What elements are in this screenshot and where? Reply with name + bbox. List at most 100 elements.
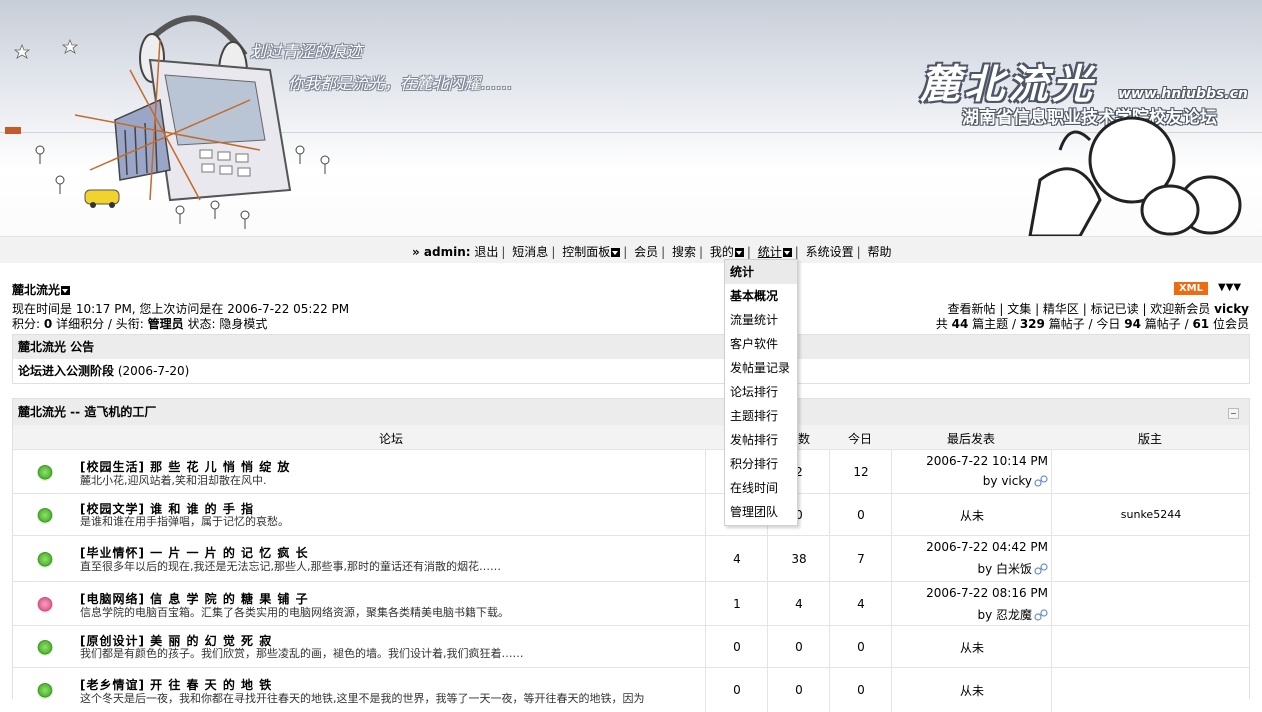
forum-status-icon [37, 640, 53, 656]
link-separator: | [1031, 302, 1043, 316]
col-today: 今日 [847, 432, 872, 446]
last-post-date[interactable]: 2006-7-22 10:14 PM [926, 454, 1048, 468]
forum-description: 我们都是有颜色的孩子。我们欣赏，那些凌乱的画，褪色的墙。我们设计着,我们疯狂着…… [80, 647, 524, 660]
stats-prefix: 共 [935, 317, 948, 331]
collapse-icon[interactable] [1228, 408, 1239, 419]
forum-icon-cell [13, 536, 77, 582]
score-label: 积分: [12, 317, 41, 331]
dropdown-arrow-icon[interactable] [782, 248, 792, 257]
anthology-link[interactable]: 文集 [1007, 302, 1031, 316]
banner-slogan-line1: 划过青涩的痕迹 [250, 42, 363, 61]
col-moderator: 版主 [1137, 432, 1162, 446]
nav-settings-link[interactable]: 系统设置 [806, 245, 854, 259]
last-post-author: by 白米饭 [977, 560, 1048, 577]
forum-topics-count: 1 [705, 582, 768, 626]
link-separator: | [1138, 302, 1151, 316]
dd-topic-rank[interactable]: 主题排行 [725, 404, 797, 428]
forum-posts-count: 0 [767, 626, 830, 668]
new-posts-link[interactable]: 查看新帖 [948, 302, 996, 316]
nav-help-link[interactable]: 帮助 [868, 245, 892, 259]
banner-slogan-line2: 你我都是流光，在麓北闪耀…… [288, 74, 513, 93]
forum-description: 是谁和谁在用手指弹唱，属于记忆的哀愁。 [80, 515, 289, 528]
dd-online-time[interactable]: 在线时间 [725, 476, 797, 500]
nav-stats-link[interactable]: 统计 [758, 245, 782, 259]
mark-read-link[interactable]: 标记已读 [1091, 302, 1139, 316]
link-separator: | [1078, 302, 1091, 316]
forum-row[interactable]: [原创设计] 美 丽 的 幻 觉 死 寂我们都是有颜色的孩子。我们欣赏，那些凌乱… [13, 625, 1249, 668]
stats-topics-label: 篇主题 / [972, 317, 1016, 331]
forum-info-cell: [校园生活] 那 些 花 儿 悄 悄 绽 放麓北小花,迎风站着,笑和泪却散在风中… [77, 450, 705, 494]
go-to-last-post-icon[interactable] [1034, 563, 1048, 575]
forum-moderator-cell [1051, 582, 1250, 626]
detail-score-link[interactable]: 详细积分 [56, 317, 104, 331]
forum-info-cell: [电脑网络] 信 息 学 院 的 糖 果 铺 子信息学院的电脑百宝箱。汇集了各类… [77, 582, 705, 626]
nav-logout-link[interactable]: 退出 [474, 245, 498, 259]
dropdown-arrow-icon[interactable] [611, 248, 621, 257]
go-to-last-post-icon[interactable] [1034, 609, 1048, 621]
nav-messages-link[interactable]: 短消息 [512, 245, 548, 259]
forum-name-menu[interactable]: 麓北流光 [12, 281, 71, 298]
moderator-link[interactable]: sunke5244 [1052, 508, 1250, 521]
forum-icon-cell [13, 582, 77, 626]
expand-arrows-icon[interactable]: ▼▼▼ [1218, 282, 1241, 293]
nav-separator: | [698, 245, 704, 259]
dd-credit-rank[interactable]: 积分排行 [725, 452, 797, 476]
dropdown-arrow-icon[interactable] [734, 248, 744, 257]
nav-members-link[interactable]: 会员 [634, 245, 658, 259]
nav-separator: | [856, 245, 861, 259]
forum-status-icon [37, 683, 53, 699]
forum-today-count: 4 [829, 582, 892, 626]
forum-topics-count: 0 [705, 626, 768, 668]
forum-moderator-cell [1051, 536, 1250, 582]
stats-members-label: 位会员 [1212, 317, 1249, 331]
stats-posts-count: 329 [1019, 317, 1045, 331]
last-post-author-name[interactable]: by 白米饭 [977, 562, 1032, 576]
xml-feed-badge[interactable]: XML [1174, 282, 1208, 295]
digest-link[interactable]: 精华区 [1043, 302, 1079, 316]
forum-icon-cell [13, 668, 77, 712]
forum-today-count: 0 [829, 668, 892, 712]
stats-topics-count: 44 [951, 317, 969, 331]
newest-member-link[interactable]: vicky [1214, 302, 1249, 316]
announcement-link[interactable]: 论坛进入公测阶段 [18, 364, 114, 378]
forum-row[interactable]: [毕业情怀] 一 片 一 片 的 记 忆 疯 长直至很多年以后的现在,我还是无法… [13, 535, 1249, 582]
category-header: 麓北流光 -- 造飞机的工厂 [13, 399, 1249, 425]
go-to-last-post-icon[interactable] [1034, 475, 1048, 487]
col-last-post: 最后发表 [946, 432, 995, 446]
dd-stats[interactable]: 统计 [725, 260, 797, 284]
dd-post-log[interactable]: 发帖量记录 [725, 356, 797, 380]
forum-status-icon [37, 597, 53, 613]
forum-row[interactable]: [电脑网络] 信 息 学 院 的 糖 果 铺 子信息学院的电脑百宝箱。汇集了各类… [13, 581, 1249, 626]
last-post-author-name[interactable]: by 忍龙魔 [977, 608, 1032, 622]
nav-search-link[interactable]: 搜索 [672, 245, 696, 259]
last-post-never: 从未 [959, 509, 984, 523]
dd-overview[interactable]: 基本概况 [725, 284, 797, 308]
rank-label: / 头衔: [107, 317, 144, 331]
forum-info-cell: [校园文学] 谁 和 谁 的 手 指是谁和谁在用手指弹唱，属于记忆的哀愁。 [77, 494, 705, 536]
forum-info-cell: [原创设计] 美 丽 的 幻 觉 死 寂我们都是有颜色的孩子。我们欣赏，那些凌乱… [77, 626, 705, 668]
forum-status-icon [37, 552, 53, 568]
top-nav-bar: » admin: 退出 | 短消息 | 控制面板 | 会员 | 搜索 | 我的 | 统计 | … [0, 236, 1262, 263]
dd-client[interactable]: 客户软件 [725, 332, 797, 356]
last-post-date[interactable]: 2006-7-22 04:42 PM [926, 540, 1048, 554]
category-title[interactable]: 麓北流光 -- 造飞机的工厂 [18, 405, 156, 419]
last-post-author-name[interactable]: by vicky [983, 474, 1032, 488]
dd-traffic[interactable]: 流量统计 [725, 308, 797, 332]
nav-my-link[interactable]: 我的 [710, 245, 734, 259]
nav-separator: | [746, 245, 751, 259]
nav-control-panel-link[interactable]: 控制面板 [562, 245, 610, 259]
forum-row[interactable]: [校园生活] 那 些 花 儿 悄 悄 绽 放麓北小花,迎风站着,笑和泪却散在风中… [13, 449, 1249, 494]
forum-row[interactable]: [校园文学] 谁 和 谁 的 手 指是谁和谁在用手指弹唱，属于记忆的哀愁。 0 0 从… [13, 493, 1249, 536]
dropdown-arrow-icon[interactable] [61, 286, 71, 295]
welcome-text: 欢迎新会员 [1150, 302, 1211, 316]
forum-name-label: 麓北流光 [12, 283, 61, 297]
forum-last-post-cell: 2006-7-22 10:14 PM by vicky [891, 450, 1052, 494]
site-logo-url: www.hniubbs.cn [1118, 86, 1248, 102]
forum-last-post-cell: 2006-7-22 08:16 PM by 忍龙魔 [891, 582, 1052, 626]
last-post-never: 从未 [959, 641, 984, 655]
forum-status-icon [37, 508, 53, 524]
last-post-date[interactable]: 2006-7-22 08:16 PM [926, 586, 1048, 600]
dd-admin-team[interactable]: 管理团队 [725, 500, 797, 524]
dd-post-rank[interactable]: 发帖排行 [725, 428, 797, 452]
dd-forum-rank[interactable]: 论坛排行 [725, 380, 797, 404]
